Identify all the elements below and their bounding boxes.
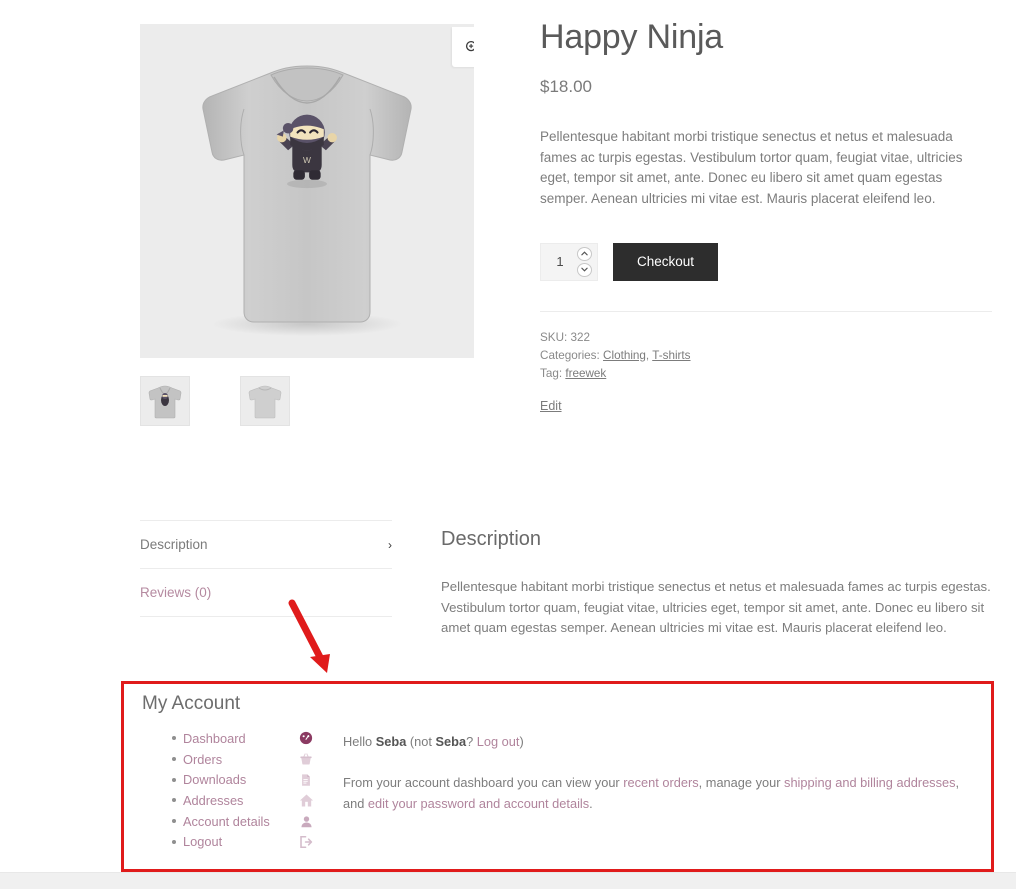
product-thumbnails [140, 376, 290, 426]
account-nav-addresses-label: Addresses [183, 793, 243, 808]
product-summary: Happy Ninja $18.00 Pellentesque habitant… [540, 18, 993, 416]
quantity-decrease-button[interactable] [577, 263, 592, 277]
chevron-right-icon: › [388, 539, 392, 551]
my-account-heading: My Account [142, 693, 240, 715]
tshirt-illustration: W [140, 24, 474, 358]
zoom-in-icon[interactable] [452, 27, 474, 67]
account-nav-dashboard-label: Dashboard [183, 731, 246, 746]
greeting-hello-prefix: Hello [343, 734, 376, 749]
account-nav-dashboard[interactable]: Dashboard [154, 728, 336, 749]
thumbnail-back[interactable] [240, 376, 290, 426]
sku-label: SKU: [540, 331, 567, 344]
greeting-not-name: Seba [435, 734, 466, 749]
person-icon [298, 813, 314, 829]
edit-product-link[interactable]: Edit [540, 397, 562, 415]
account-nav-account-details[interactable]: Account details [154, 811, 336, 832]
categories-row: Categories: Clothing, T-shirts [540, 347, 993, 365]
account-nav-orders[interactable]: Orders [154, 749, 336, 770]
sku-row: SKU: 322 [540, 329, 993, 347]
categories-label: Categories: [540, 349, 600, 362]
basket-icon [298, 751, 314, 767]
intro-part1: From your account dashboard you can view… [343, 775, 623, 790]
red-highlight-box: My Account Dashboard Orders [121, 681, 994, 872]
greeting-not-prefix: (not [406, 734, 435, 749]
account-nav-logout[interactable]: Logout [154, 831, 336, 852]
tag-label: Tag: [540, 367, 562, 380]
greeting-close-paren: ) [519, 734, 523, 749]
page-footer-strip [0, 872, 1016, 889]
product-main-image[interactable]: W [140, 24, 474, 358]
account-nav-addresses[interactable]: Addresses [154, 790, 336, 811]
logout-arrow-icon [298, 834, 314, 850]
page-title: Happy Ninja [540, 18, 993, 57]
account-nav-orders-label: Orders [183, 752, 222, 767]
tag-link-freewek[interactable]: freewek [565, 367, 606, 380]
category-link-clothing[interactable]: Clothing [603, 349, 646, 362]
quantity-stepper-buttons [577, 247, 592, 277]
account-nav-account-details-label: Account details [183, 814, 270, 829]
my-account-content: Hello Seba (not Seba? Log out) From your… [343, 732, 975, 814]
product-gallery: W [140, 24, 474, 358]
svg-text:W: W [303, 155, 311, 165]
intro-part4: . [589, 796, 593, 811]
quantity-increase-button[interactable] [577, 247, 592, 261]
thumbnail-front[interactable] [140, 376, 190, 426]
account-intro: From your account dashboard you can view… [343, 773, 975, 815]
product-meta: SKU: 322 Categories: Clothing, T-shirts … [540, 329, 993, 416]
meta-divider [540, 311, 992, 312]
shipping-billing-addresses-link[interactable]: shipping and billing addresses [784, 775, 955, 790]
category-link-tshirts[interactable]: T-shirts [652, 349, 690, 362]
tab-reviews-label: Reviews (0) [140, 585, 211, 600]
sku-value: 322 [571, 331, 591, 344]
account-nav-downloads[interactable]: Downloads [154, 769, 336, 790]
product-tabs-list: Description › Reviews (0) [140, 520, 392, 617]
add-to-cart-form: Checkout [540, 243, 993, 281]
log-out-link[interactable]: Log out [477, 734, 520, 749]
quantity-input[interactable] [541, 254, 579, 269]
tab-reviews[interactable]: Reviews (0) [140, 569, 392, 617]
dashboard-gauge-icon [298, 730, 314, 746]
my-account-navigation: Dashboard Orders Downloads [154, 728, 336, 852]
greeting-question: ? [466, 734, 477, 749]
recent-orders-link[interactable]: recent orders [623, 775, 698, 790]
account-nav-downloads-label: Downloads [183, 772, 246, 787]
account-nav-logout-label: Logout [183, 834, 222, 849]
document-icon [298, 772, 314, 788]
edit-password-account-details-link[interactable]: edit your password and account details [368, 796, 589, 811]
tab-description[interactable]: Description › [140, 521, 392, 569]
home-icon [298, 792, 314, 808]
tag-row: Tag: freewek [540, 365, 993, 383]
account-greeting: Hello Seba (not Seba? Log out) [343, 732, 975, 753]
tab-description-label: Description [140, 537, 208, 552]
greeting-user-name: Seba [376, 734, 407, 749]
intro-part2: , manage your [699, 775, 784, 790]
checkout-button[interactable]: Checkout [613, 243, 718, 281]
product-price: $18.00 [540, 77, 993, 97]
tab-panel-heading: Description [441, 528, 996, 551]
tab-panel-body: Pellentesque habitant morbi tristique se… [441, 577, 996, 639]
quantity-stepper[interactable] [540, 243, 598, 281]
product-short-description: Pellentesque habitant morbi tristique se… [540, 127, 990, 210]
tab-panel-description: Description Pellentesque habitant morbi … [441, 528, 996, 639]
